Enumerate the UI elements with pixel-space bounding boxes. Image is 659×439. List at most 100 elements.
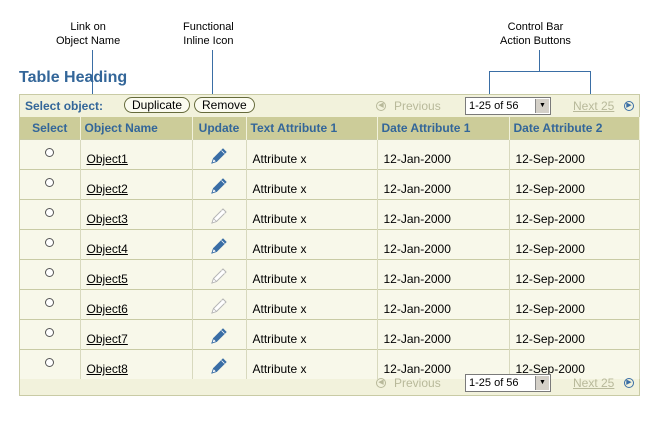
- range-select[interactable]: 1-25 of 56 ▼: [465, 374, 551, 392]
- update-cell: [192, 228, 247, 259]
- object-name-cell: Object4: [80, 228, 193, 259]
- data-table: Select Object Name Update Text Attribute…: [20, 117, 640, 379]
- pencil-icon[interactable]: [209, 176, 229, 196]
- text-attribute-value: Attribute x: [252, 152, 307, 166]
- date-attribute-2-value: 12-Sep-2000: [515, 272, 585, 286]
- date-attribute-1-value: 12-Jan-2000: [383, 182, 451, 196]
- callout-icon-line2: Inline Icon: [183, 35, 234, 47]
- remove-button[interactable]: Remove: [194, 97, 255, 113]
- column-header-update: Update: [192, 117, 247, 139]
- date-attribute-1-cell: 12-Jan-2000: [377, 228, 510, 259]
- date-attribute-2-value: 12-Sep-2000: [515, 152, 585, 166]
- object-name-cell: Object3: [80, 198, 193, 229]
- date-attribute-2-value: 12-Sep-2000: [515, 182, 585, 196]
- object-name-cell: Object6: [80, 288, 193, 319]
- update-cell: [192, 138, 247, 169]
- dropdown-arrow-icon: ▼: [535, 376, 549, 390]
- date-attribute-1-value: 12-Jan-2000: [383, 152, 451, 166]
- text-attribute-cell: Attribute x: [246, 138, 378, 169]
- table-heading: Table Heading: [19, 69, 128, 86]
- date-attribute-2-value: 12-Sep-2000: [515, 212, 585, 226]
- text-attribute-cell: Attribute x: [246, 288, 378, 319]
- select-radio[interactable]: [45, 297, 55, 307]
- range-select[interactable]: 1-25 of 56 ▼: [465, 97, 551, 115]
- callout-control-bar-action-buttons: Control Bar Action Buttons: [500, 20, 571, 48]
- table-row: Object1 Attribute x 12-Jan-2000 12-Sep-2000: [20, 138, 640, 169]
- object-name-link[interactable]: Object4: [87, 242, 128, 256]
- date-attribute-1-cell: 12-Jan-2000: [377, 168, 510, 199]
- text-attribute-value: Attribute x: [252, 242, 307, 256]
- select-radio[interactable]: [45, 237, 55, 247]
- object-name-link[interactable]: Object6: [87, 302, 128, 316]
- date-attribute-1-value: 12-Jan-2000: [383, 272, 451, 286]
- pencil-icon[interactable]: [209, 146, 229, 166]
- date-attribute-2-value: 12-Sep-2000: [515, 242, 585, 256]
- date-attribute-1-value: 12-Jan-2000: [383, 332, 451, 346]
- select-cell: [20, 288, 81, 319]
- text-attribute-value: Attribute x: [252, 332, 307, 346]
- object-name-cell: Object1: [80, 138, 193, 169]
- select-radio[interactable]: [45, 147, 55, 157]
- update-cell: [192, 258, 247, 289]
- table-row: Object7 Attribute x 12-Jan-2000 12-Sep-2000: [20, 318, 640, 349]
- text-attribute-cell: Attribute x: [246, 318, 378, 349]
- previous-circle-icon: ◀: [376, 378, 386, 388]
- callout-control-right-leg: [590, 71, 591, 94]
- date-attribute-1-value: 12-Jan-2000: [383, 302, 451, 316]
- date-attribute-1-cell: 12-Jan-2000: [377, 198, 510, 229]
- select-radio[interactable]: [45, 177, 55, 187]
- table-container: Select object: Duplicate Remove ◀ Previo…: [19, 94, 640, 396]
- control-bar-bottom: ◀ Previous 1-25 of 56 ▼ Next 25 ▶: [20, 372, 639, 394]
- text-attribute-value: Attribute x: [252, 272, 307, 286]
- text-attribute-value: Attribute x: [252, 182, 307, 196]
- select-radio[interactable]: [45, 267, 55, 277]
- select-radio[interactable]: [45, 327, 55, 337]
- table-header-row: Select Object Name Update Text Attribute…: [20, 117, 640, 139]
- object-name-link[interactable]: Object5: [87, 272, 128, 286]
- object-name-link[interactable]: Object2: [87, 182, 128, 196]
- previous-circle-icon: ◀: [376, 101, 386, 111]
- callout-control-bracket: [489, 71, 591, 72]
- select-object-label: Select object:: [25, 99, 104, 113]
- select-radio[interactable]: [45, 207, 55, 217]
- column-header-text-attribute-1: Text Attribute 1: [246, 117, 378, 139]
- date-attribute-2-cell: 12-Sep-2000: [509, 318, 640, 349]
- text-attribute-value: Attribute x: [252, 302, 307, 316]
- date-attribute-1-cell: 12-Jan-2000: [377, 138, 510, 169]
- pencil-icon: [211, 267, 227, 284]
- date-attribute-2-cell: 12-Sep-2000: [509, 168, 640, 199]
- text-attribute-cell: Attribute x: [246, 198, 378, 229]
- next-link[interactable]: Next 25: [573, 376, 614, 390]
- callout-control-left-leg: [489, 71, 490, 94]
- range-select-value: 1-25 of 56: [469, 377, 519, 389]
- previous-link: Previous: [394, 376, 441, 390]
- column-header-object-name: Object Name: [80, 117, 193, 139]
- control-bar-top: Select object: Duplicate Remove ◀ Previo…: [20, 95, 639, 117]
- object-name-cell: Object5: [80, 258, 193, 289]
- object-name-link[interactable]: Object1: [87, 152, 128, 166]
- callout-control-stem: [539, 50, 540, 71]
- table-row: Object3 Attribute x 12-Jan-2000 12-Sep-2000: [20, 198, 640, 229]
- duplicate-button[interactable]: Duplicate: [124, 97, 191, 113]
- text-attribute-value: Attribute x: [252, 212, 307, 226]
- date-attribute-2-value: 12-Sep-2000: [515, 302, 585, 316]
- date-attribute-1-cell: 12-Jan-2000: [377, 288, 510, 319]
- date-attribute-1-cell: 12-Jan-2000: [377, 258, 510, 289]
- object-name-cell: Object7: [80, 318, 193, 349]
- date-attribute-1-cell: 12-Jan-2000: [377, 318, 510, 349]
- table-row: Object4 Attribute x 12-Jan-2000 12-Sep-2000: [20, 228, 640, 259]
- date-attribute-2-value: 12-Sep-2000: [515, 332, 585, 346]
- select-radio[interactable]: [45, 357, 55, 367]
- pencil-icon[interactable]: [209, 326, 229, 346]
- object-name-link[interactable]: Object7: [87, 332, 128, 346]
- next-circle-icon[interactable]: ▶: [624, 101, 634, 111]
- table-row: Object5 Attribute x 12-Jan-2000 12-Sep-2000: [20, 258, 640, 289]
- pencil-icon: [211, 297, 227, 314]
- update-cell: [192, 288, 247, 319]
- pencil-icon[interactable]: [209, 236, 229, 256]
- object-name-link[interactable]: Object3: [87, 212, 128, 226]
- select-cell: [20, 138, 81, 169]
- next-link[interactable]: Next 25: [573, 99, 614, 113]
- next-circle-icon[interactable]: ▶: [624, 378, 634, 388]
- select-cell: [20, 198, 81, 229]
